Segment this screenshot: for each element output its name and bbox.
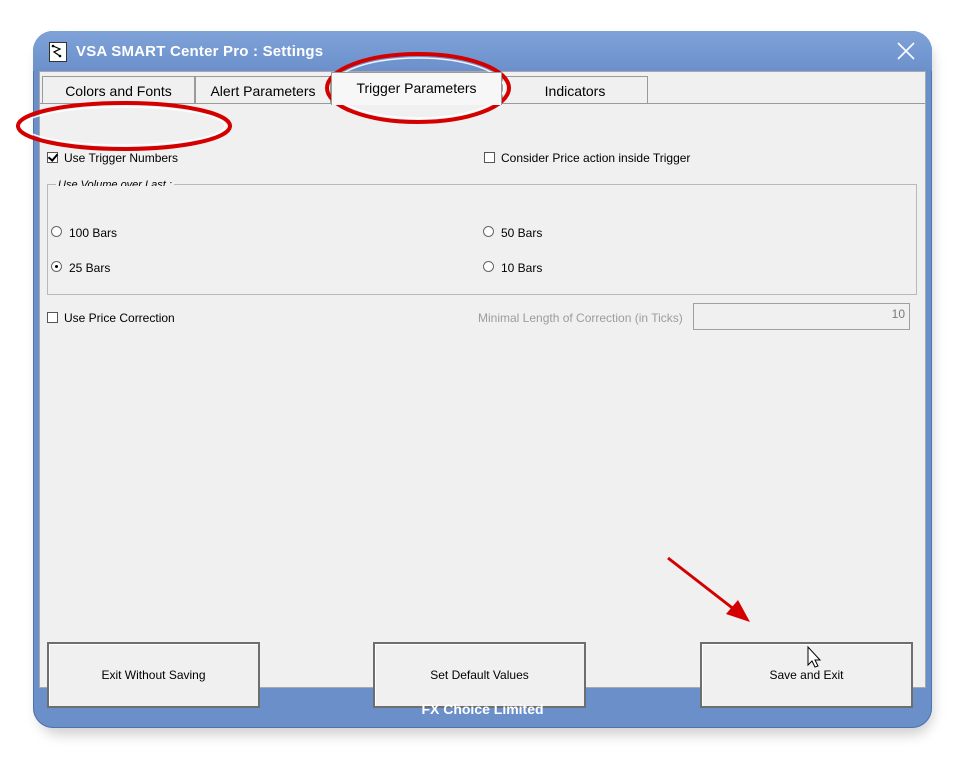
use-trigger-numbers-label[interactable]: Use Trigger Numbers [64,151,178,165]
radio-100-bars[interactable] [51,226,62,237]
footer-bar: FX Choice Limited [421,701,544,717]
tab-label: Alert Parameters [210,83,316,99]
radio-50-bars-label[interactable]: 50 Bars [501,226,542,240]
consider-price-action-checkbox[interactable] [484,152,495,163]
correction-length-input[interactable]: 10 [693,303,910,330]
radio-100-bars-label[interactable]: 100 Bars [69,226,117,240]
volume-group-box [47,184,917,295]
window-title: VSA SMART Center Pro : Settings [76,43,324,60]
app-icon [49,42,67,62]
title-bar[interactable]: VSA SMART Center Pro : Settings [33,31,932,71]
close-icon[interactable] [894,39,918,63]
use-price-correction-checkbox[interactable] [47,312,58,323]
settings-panel: Colors and Fonts Alert Parameters Trigge… [39,71,926,708]
use-trigger-numbers-checkbox[interactable] [47,152,58,163]
radio-10-bars[interactable] [483,261,494,272]
exit-without-saving-label: Exit Without Saving [101,668,206,682]
volume-group-title: Use Volume over Last : [56,180,174,186]
tab-alert-parameters[interactable]: Alert Parameters [195,76,331,103]
tab-label: Indicators [544,83,606,99]
use-price-correction-label[interactable]: Use Price Correction [64,311,175,325]
consider-price-action-label[interactable]: Consider Price action inside Trigger [501,151,690,165]
tab-label: Trigger Parameters [356,80,477,96]
correction-length-label: Minimal Length of Correction (in Ticks) [478,311,683,325]
tab-indicators[interactable]: Indicators [502,76,648,103]
tab-colors-and-fonts[interactable]: Colors and Fonts [42,76,195,103]
save-and-exit-label: Save and Exit [769,668,844,682]
settings-window: VSA SMART Center Pro : Settings Colors a… [33,31,932,728]
radio-10-bars-label[interactable]: 10 Bars [501,261,542,275]
tab-label: Colors and Fonts [65,83,172,99]
tab-trigger-parameters[interactable]: Trigger Parameters [331,72,502,105]
radio-25-bars[interactable] [51,261,62,272]
set-default-values-label: Set Default Values [430,668,529,682]
radio-50-bars[interactable] [483,226,494,237]
radio-25-bars-label[interactable]: 25 Bars [69,261,110,275]
